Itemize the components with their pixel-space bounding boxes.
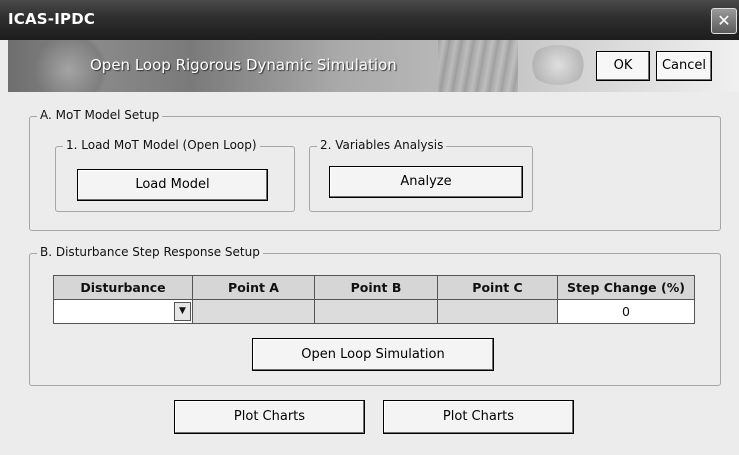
- disturbance-select[interactable]: ▼: [53, 299, 193, 324]
- column-header: Point C: [437, 275, 558, 300]
- chevron-down-icon[interactable]: ▼: [174, 302, 191, 321]
- step-change-input[interactable]: 0: [557, 299, 695, 324]
- point-a-cell[interactable]: [192, 299, 315, 324]
- analyze-button[interactable]: Analyze: [329, 166, 523, 198]
- column-header: Point B: [314, 275, 438, 300]
- open-loop-simulation-button[interactable]: Open Loop Simulation: [252, 338, 494, 371]
- group-legend: B. Disturbance Step Response Setup: [37, 245, 263, 259]
- point-b-cell[interactable]: [314, 299, 438, 324]
- table-header-row: Disturbance Point A Point B Point C Step…: [53, 275, 695, 300]
- close-button[interactable]: ✕: [711, 8, 737, 34]
- column-header: Step Change (%): [557, 275, 695, 300]
- group-legend: A. MoT Model Setup: [37, 108, 163, 122]
- banner-graphic: [528, 45, 588, 85]
- close-icon: ✕: [717, 11, 731, 30]
- dialog-window: ICAS-IPDC ✕ Open Loop Rigorous Dynamic S…: [0, 0, 739, 455]
- cancel-button[interactable]: Cancel: [656, 51, 712, 81]
- plot-charts-button[interactable]: Plot Charts: [174, 400, 365, 434]
- load-model-button[interactable]: Load Model: [77, 169, 268, 201]
- window-title: ICAS-IPDC: [8, 10, 96, 28]
- group-legend: 1. Load MoT Model (Open Loop): [63, 138, 260, 152]
- column-header: Point A: [192, 275, 315, 300]
- point-c-cell[interactable]: [437, 299, 558, 324]
- disturbance-combo[interactable]: ▼: [54, 300, 192, 323]
- banner-title: Open Loop Rigorous Dynamic Simulation: [90, 56, 397, 74]
- title-bar: ICAS-IPDC ✕: [0, 0, 739, 40]
- disturbance-table: Disturbance Point A Point B Point C Step…: [53, 275, 695, 324]
- column-header: Disturbance: [53, 275, 193, 300]
- table-row: ▼ 0: [53, 299, 695, 324]
- group-legend: 2. Variables Analysis: [317, 138, 447, 152]
- ok-button[interactable]: OK: [596, 51, 650, 81]
- banner-graphic: [438, 40, 518, 92]
- plot-charts-button-2[interactable]: Plot Charts: [383, 400, 574, 434]
